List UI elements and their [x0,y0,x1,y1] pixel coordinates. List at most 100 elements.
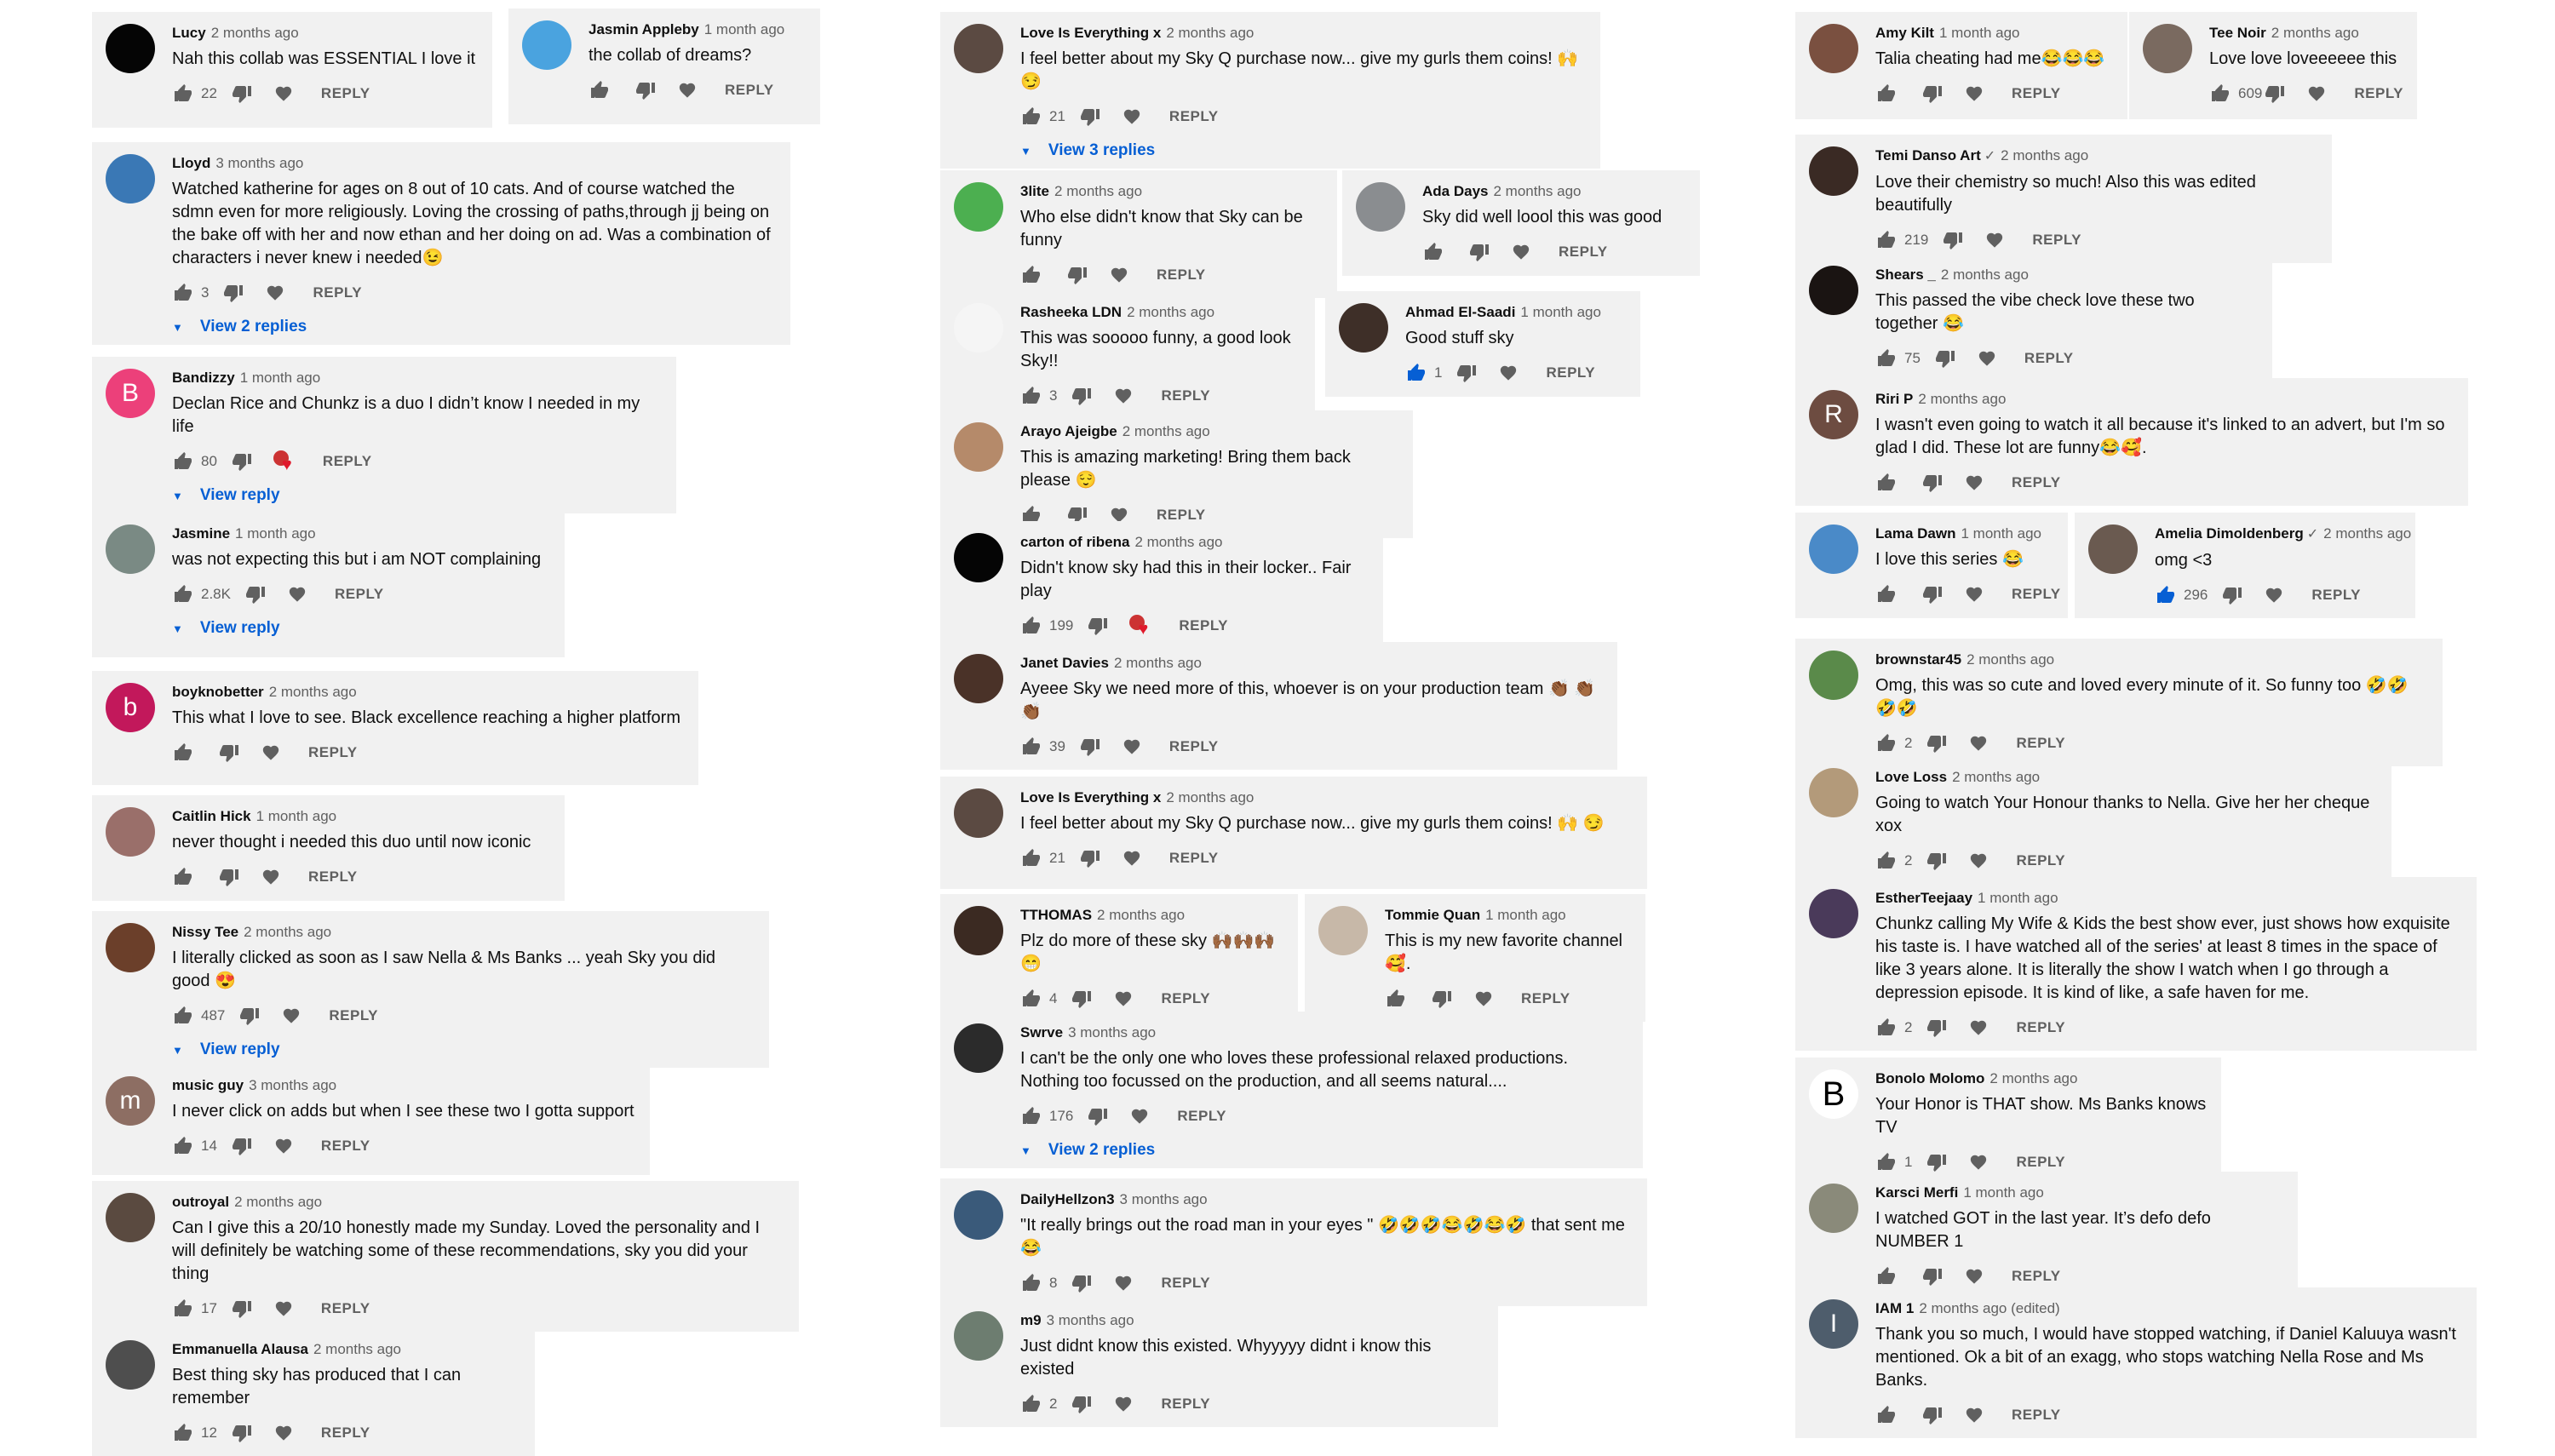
heart-button[interactable] [1964,585,1984,604]
comment-timestamp[interactable]: 1 month ago [1939,25,2020,41]
avatar[interactable] [954,906,1003,955]
comment-author[interactable]: Arayo Ajeigbe [1020,423,1117,439]
dislike-button[interactable] [1071,1273,1093,1293]
heart-button[interactable] [1109,266,1129,284]
reply-button[interactable]: REPLY [321,1300,370,1317]
comment-author[interactable]: Love Is Everything x [1020,789,1161,805]
avatar[interactable] [954,654,1003,703]
avatar[interactable]: m [106,1076,155,1126]
heart-button[interactable] [1964,84,1984,103]
like-button[interactable] [1020,1273,1042,1293]
heart-button[interactable] [1129,1107,1150,1126]
comment-timestamp[interactable]: 2 months ago [1114,655,1202,671]
like-button[interactable] [1875,230,1898,250]
comment-author[interactable]: Riri P [1875,391,1913,407]
dislike-button[interactable] [1468,242,1490,262]
reply-button[interactable]: REPLY [1157,267,1206,284]
comment-author[interactable]: IAM 1 [1875,1300,1914,1316]
like-button[interactable] [1385,989,1407,1009]
comment-timestamp[interactable]: 2 months ago [1166,789,1254,805]
comment-timestamp[interactable]: 3 months ago [1068,1024,1156,1040]
heart-button[interactable] [273,1424,294,1442]
like-button[interactable] [2155,585,2177,605]
reply-button[interactable]: REPLY [1177,1108,1226,1125]
dislike-button[interactable] [1926,1017,1948,1038]
comment-author[interactable]: Tommie Quan [1385,907,1480,923]
avatar[interactable] [1339,303,1388,353]
like-button[interactable] [1020,1106,1042,1126]
heart-button[interactable] [1968,1018,1989,1037]
avatar[interactable] [106,24,155,73]
avatar[interactable] [1809,146,1858,196]
dislike-button[interactable] [1079,737,1101,757]
comment-author[interactable]: Jasmine [172,525,230,542]
comment-timestamp[interactable]: 2 months ago [1134,534,1222,550]
comment-timestamp[interactable]: 2 months ago [1122,423,1210,439]
comment-timestamp[interactable]: 2 months ago [1166,25,1254,41]
comment-timestamp[interactable]: 3 months ago [1047,1312,1134,1328]
comment-author[interactable]: Lloyd [172,155,210,171]
heart-button[interactable] [1122,107,1142,126]
reply-button[interactable]: REPLY [1161,1396,1210,1413]
avatar[interactable]: b [106,683,155,732]
comment-timestamp[interactable]: 2 months ago [269,684,357,700]
comment-author[interactable]: brownstar45 [1875,651,1961,668]
reply-button[interactable]: REPLY [321,1138,370,1155]
like-button[interactable] [1020,616,1042,636]
reply-button[interactable]: REPLY [313,284,362,301]
heart-button[interactable] [1964,1406,1984,1424]
like-button[interactable] [172,867,194,887]
reply-button[interactable]: REPLY [2016,852,2065,869]
heart-button[interactable] [1511,243,1531,261]
comment-timestamp[interactable]: 2 months ago [244,924,331,940]
like-button[interactable] [1020,106,1042,127]
comment-author[interactable]: Bandizzy [172,370,235,386]
reply-button[interactable]: REPLY [2032,232,2081,249]
avatar[interactable] [2088,525,2138,574]
comment-author[interactable]: Nissy Tee [172,924,238,940]
avatar[interactable] [1809,889,1858,938]
heart-button[interactable] [2306,84,2327,103]
avatar[interactable] [106,1340,155,1390]
like-button[interactable] [1405,363,1427,383]
reply-button[interactable]: REPLY [2016,1019,2065,1036]
reply-button[interactable]: REPLY [2354,85,2403,102]
like-button[interactable] [1875,1266,1898,1287]
avatar[interactable] [954,788,1003,838]
comment-timestamp[interactable]: 1 month ago [704,21,785,37]
avatar[interactable] [954,24,1003,73]
dislike-button[interactable] [231,83,253,104]
heart-button[interactable] [1122,737,1142,756]
comment-timestamp[interactable]: 2 months ago [1097,907,1185,923]
reply-button[interactable]: REPLY [1161,387,1210,404]
dislike-button[interactable] [2221,585,2243,605]
like-button[interactable] [172,742,194,763]
comment-author[interactable]: EstherTeejaay [1875,890,1972,906]
avatar[interactable]: I [1809,1299,1858,1349]
heart-button[interactable] [1968,1153,1989,1172]
reply-button[interactable]: REPLY [321,85,370,102]
view-replies-button[interactable]: ▼ View reply [172,619,551,638]
like-button[interactable] [1020,737,1042,757]
comment-author[interactable]: Ahmad El-Saadi [1405,304,1515,320]
dislike-button[interactable] [1079,848,1101,868]
dislike-button[interactable] [244,584,267,605]
reply-button[interactable]: REPLY [2012,1407,2061,1424]
dislike-button[interactable] [218,742,240,763]
comment-author[interactable]: music guy [172,1077,244,1093]
heart-button[interactable] [281,1006,301,1025]
like-button[interactable] [172,1298,194,1319]
reply-button[interactable]: REPLY [2016,735,2065,752]
comment-author[interactable]: carton of ribena [1020,534,1129,550]
like-button[interactable] [1875,348,1898,369]
like-button[interactable] [172,584,194,605]
like-button[interactable] [172,1006,194,1026]
heart-button[interactable] [1984,231,2005,249]
like-button[interactable] [589,80,611,100]
dislike-button[interactable] [231,451,253,472]
like-button[interactable] [1875,473,1898,493]
reply-button[interactable]: REPLY [2012,586,2061,603]
comment-author[interactable]: 3lite [1020,183,1049,199]
reply-button[interactable]: REPLY [329,1007,378,1024]
reply-button[interactable]: REPLY [2016,1154,2065,1171]
